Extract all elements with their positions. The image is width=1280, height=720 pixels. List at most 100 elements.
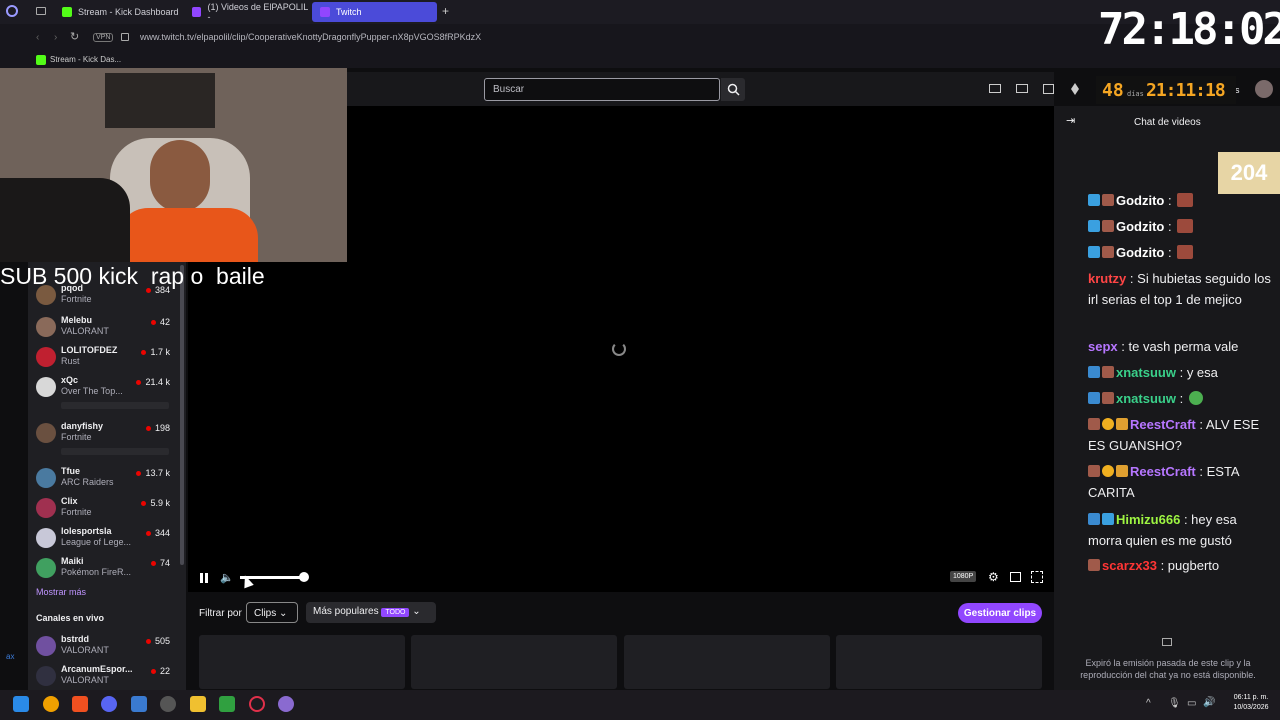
sidebar-channel-arcanum[interactable]: ArcanumEspor... VALORANT 22 xyxy=(36,663,178,691)
speaker-icon[interactable]: 🔊 xyxy=(1203,697,1215,708)
channel-game: Pokémon FireR... xyxy=(61,567,132,577)
badge-icon xyxy=(1102,392,1114,404)
clip-card-placeholder[interactable] xyxy=(624,635,830,689)
manage-clips-button[interactable]: Gestionar clips xyxy=(958,603,1042,623)
sidebar-channel-bstrdd[interactable]: bstrdd VALORANT 505 xyxy=(36,633,178,661)
tab-label: Stream - Kick Dashboard xyxy=(78,7,179,17)
sidebar-channel-clix[interactable]: Clix Fortnite 5.9 k xyxy=(36,495,178,523)
avatar xyxy=(36,317,56,337)
chat-username[interactable]: ReestCraft xyxy=(1130,417,1196,432)
badge-icon xyxy=(1088,194,1100,206)
badge-icon xyxy=(1088,513,1100,525)
channel-game: ARC Raiders xyxy=(61,477,114,487)
avatar xyxy=(36,528,56,548)
gamepad-icon[interactable] xyxy=(219,696,235,712)
forward-icon[interactable]: › xyxy=(54,32,57,43)
volume-icon[interactable]: 🔈 xyxy=(220,571,234,584)
badge-icon xyxy=(1102,220,1114,232)
sidebar-channel-lolesportsla[interactable]: lolesportsla League of Lege... 344 xyxy=(36,525,178,553)
whispers-icon[interactable] xyxy=(1043,84,1054,94)
user-avatar[interactable] xyxy=(1255,80,1273,98)
bits-icon[interactable] xyxy=(1071,83,1079,95)
chat-text: : xyxy=(1168,219,1172,234)
chat-username[interactable]: Godzito xyxy=(1116,219,1164,234)
fullscreen-icon[interactable] xyxy=(1031,571,1043,583)
app-icon[interactable] xyxy=(43,696,59,712)
chat-text: : xyxy=(1168,193,1172,208)
sort-dropdown[interactable]: Más populares TODO ⌄ xyxy=(306,602,436,623)
chat-username[interactable]: xnatsuuw xyxy=(1116,391,1176,406)
live-channels-header: Canales en vivo xyxy=(36,613,105,623)
tab-label: Twitch xyxy=(336,7,362,17)
channel-game: Fortnite xyxy=(61,507,92,517)
sidebar-scrollbar[interactable] xyxy=(180,265,184,565)
time-range-badge: TODO xyxy=(381,608,410,617)
browser-sidebar-icon[interactable]: ax xyxy=(6,652,14,661)
search-input[interactable]: Buscar xyxy=(484,78,720,101)
bookmark-kick[interactable]: Stream - Kick Das... xyxy=(50,55,121,64)
chat-username[interactable]: ReestCraft xyxy=(1130,464,1196,479)
volume-slider-knob[interactable] xyxy=(299,572,309,582)
back-icon[interactable]: ‹ xyxy=(36,32,39,43)
reload-icon[interactable]: ↻ xyxy=(70,30,79,43)
sidebar-channel-xqc[interactable]: xQc Over The Top... 21.4 k xyxy=(36,374,178,402)
clips-dropdown[interactable]: Clips ⌄ xyxy=(246,602,298,623)
streamer-head xyxy=(150,140,210,212)
tab-twitch[interactable]: Twitch xyxy=(312,2,437,22)
chat-username[interactable]: scarzx33 xyxy=(1102,558,1157,573)
sub-count-badge: 204 xyxy=(1218,152,1280,194)
viewer-count: 21.4 k xyxy=(136,377,170,387)
avatar xyxy=(36,423,56,443)
show-more-link[interactable]: Mostrar más xyxy=(36,587,86,597)
tab-videos[interactable]: (1) Videos de ElPAPOLIL - xyxy=(184,2,308,22)
emote-icon xyxy=(1177,245,1194,259)
pause-icon[interactable] xyxy=(200,573,203,583)
theatre-mode-icon[interactable] xyxy=(1010,572,1021,582)
chat-username[interactable]: Godzito xyxy=(1116,193,1164,208)
network-icon[interactable]: ▭ xyxy=(1187,698,1196,709)
sidebar-channel-lolitofdez[interactable]: LOLITOFDEZ Rust 1.7 k xyxy=(36,344,178,372)
sidebar-channel-melebu[interactable]: Melebu VALORANT 42 xyxy=(36,314,178,342)
app-icon[interactable] xyxy=(278,696,294,712)
clip-card-placeholder[interactable] xyxy=(411,635,617,689)
settings-gear-icon[interactable]: ⚙ xyxy=(988,570,999,584)
discord-icon[interactable] xyxy=(101,696,117,712)
system-clock[interactable]: 06:11 p. m. 10/03/2026 xyxy=(1222,693,1280,713)
sidebar-channel-danyfishy[interactable]: danyfishy Fortnite 198 xyxy=(36,420,178,448)
obs-icon[interactable] xyxy=(160,696,176,712)
twitch-favicon-icon xyxy=(192,7,202,17)
tray-chevron-up-icon[interactable]: ^ xyxy=(1146,698,1151,709)
chat-username[interactable]: Godzito xyxy=(1116,245,1164,260)
clip-card-placeholder[interactable] xyxy=(199,635,405,689)
search-button[interactable] xyxy=(721,78,745,101)
chat-username[interactable]: sepx xyxy=(1088,339,1118,354)
file-explorer-icon[interactable] xyxy=(190,696,206,712)
viewer-count: 42 xyxy=(151,317,170,327)
channel-name: bstrdd xyxy=(61,634,89,644)
badge-icon xyxy=(1088,465,1100,477)
channel-name: xQc xyxy=(61,375,79,385)
sidebar-channel-maiki[interactable]: Maiki Pokémon FireR... 74 xyxy=(36,555,178,583)
sidebar-channel-tfue[interactable]: Tfue ARC Raiders 13.7 k xyxy=(36,465,178,493)
chat-username[interactable]: Himizu666 xyxy=(1116,512,1180,527)
clip-card-placeholder[interactable] xyxy=(836,635,1042,689)
new-tab-button[interactable]: + xyxy=(442,4,449,18)
opera-icon[interactable] xyxy=(249,696,265,712)
windows-start-icon[interactable] xyxy=(13,696,29,712)
messages-icon[interactable] xyxy=(1016,84,1028,93)
kick-favicon-icon xyxy=(62,7,72,17)
store-icon[interactable] xyxy=(131,696,147,712)
tab-kick-dashboard[interactable]: Stream - Kick Dashboard xyxy=(54,2,180,22)
tab-manager-icon[interactable] xyxy=(36,7,46,15)
vpn-badge[interactable]: VPN xyxy=(93,33,114,42)
chat-username[interactable]: krutzy xyxy=(1088,271,1126,286)
chat-username[interactable]: xnatsuuw xyxy=(1116,365,1176,380)
url-field[interactable]: www.twitch.tv/elpapolil/clip/Cooperative… xyxy=(140,32,481,42)
chat-message: krutzy : Si hubietas seguido los irl ser… xyxy=(1088,268,1274,310)
inbox-icon[interactable] xyxy=(989,84,1001,93)
viewer-count: 74 xyxy=(151,558,170,568)
microphone-icon[interactable]: 🎙 xyxy=(1168,698,1181,709)
brave-icon[interactable] xyxy=(72,696,88,712)
collapse-chat-icon[interactable]: ⇥ xyxy=(1066,114,1075,127)
opera-logo-icon[interactable] xyxy=(6,5,18,17)
